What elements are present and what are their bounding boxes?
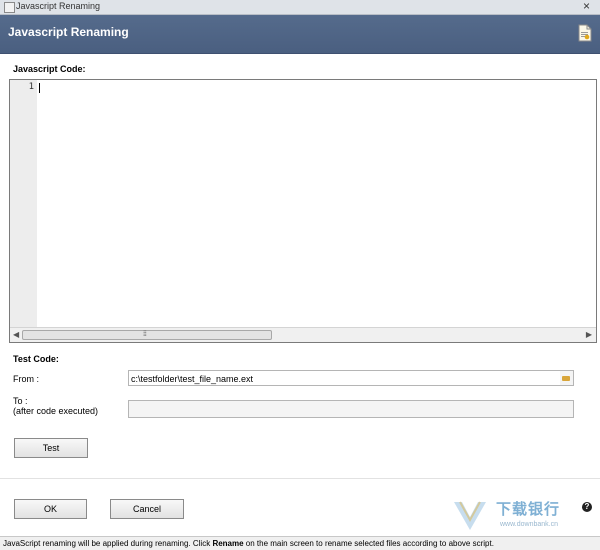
javascript-code-label: Javascript Code: — [13, 64, 86, 74]
document-script-icon — [578, 24, 592, 42]
close-button[interactable]: × — [583, 0, 590, 13]
to-output-field — [128, 400, 574, 418]
cancel-button[interactable]: Cancel — [110, 499, 184, 519]
help-icon[interactable]: ? — [582, 502, 592, 512]
folder-icon — [562, 376, 570, 381]
scroll-left-icon[interactable]: ◀ — [13, 330, 19, 339]
line-number-gutter: 1 — [10, 80, 37, 327]
from-input[interactable]: c:\testfolder\test_file_name.ext — [128, 370, 561, 386]
javascript-code-editor[interactable]: 1 ◀ ⁞⁞⁞ ▶ — [9, 79, 597, 343]
to-label: To : — [13, 396, 28, 406]
watermark-url: www.downbank.cn — [500, 521, 558, 528]
from-label: From : — [13, 374, 39, 384]
test-button[interactable]: Test — [14, 438, 88, 458]
browse-button[interactable] — [560, 370, 574, 386]
scrollbar-thumb[interactable]: ⁞⁞⁞ — [22, 330, 272, 340]
status-text-end: on the main screen to rename selected fi… — [243, 539, 494, 548]
line-number: 1 — [28, 82, 34, 92]
text-cursor — [39, 83, 40, 93]
app-icon — [4, 2, 15, 13]
horizontal-scrollbar[interactable]: ◀ ⁞⁞⁞ ▶ — [10, 327, 596, 342]
to-sublabel: (after code executed) — [13, 406, 99, 416]
window-title: Javascript Renaming — [16, 1, 101, 11]
ok-button[interactable]: OK — [14, 499, 87, 519]
dialog-header: Javascript Renaming — [0, 15, 600, 54]
status-bar: JavaScript renaming will be applied duri… — [0, 536, 600, 550]
watermark-logo-icon — [454, 501, 486, 530]
footer-divider — [0, 478, 600, 479]
watermark-text: 下载银行 — [496, 501, 561, 518]
status-text-rename: Rename — [212, 539, 244, 548]
scrollbar-grip-icon: ⁞⁞⁞ — [143, 331, 147, 338]
test-code-label: Test Code: — [13, 354, 59, 364]
watermark: 下载银行 www.downbank.cn — [452, 498, 582, 534]
scroll-right-icon[interactable]: ▶ — [586, 330, 592, 339]
window-titlebar: Javascript Renaming × — [0, 0, 600, 15]
dialog-title: Javascript Renaming — [8, 25, 129, 39]
status-text-start: JavaScript renaming will be applied duri… — [3, 539, 213, 548]
